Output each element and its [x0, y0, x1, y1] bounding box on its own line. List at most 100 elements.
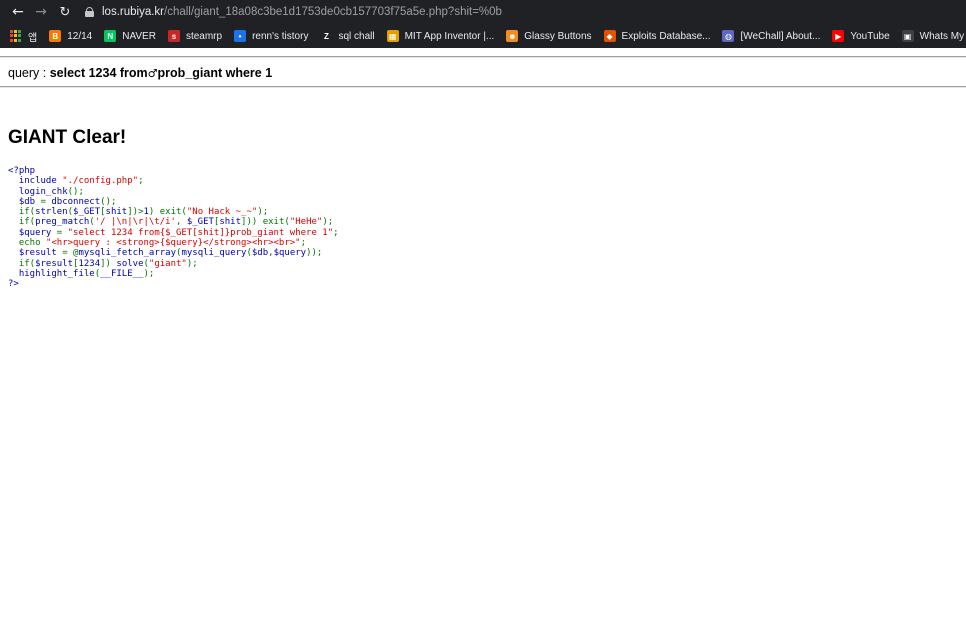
tistory-icon: • [234, 30, 247, 42]
code-token: ])) exit( [241, 217, 290, 228]
back-arrow-icon[interactable]: ← [7, 0, 29, 24]
code-token: __FILE__ [100, 268, 144, 279]
code-line: $result = @mysqli_fetch_array(mysqli_que… [8, 248, 339, 258]
blogger-icon: B [49, 30, 62, 42]
code-token: $result [18, 248, 63, 259]
bookmark-item[interactable]: • renn's tistory [228, 24, 314, 48]
bookmark-label: [WeChall] About... [740, 30, 821, 42]
top-divider [0, 56, 966, 58]
bookmark-label: steamrp [185, 30, 223, 42]
bookmark-item[interactable]: ▶ YouTube [826, 24, 895, 48]
bookmark-item[interactable]: ☻ Glassy Buttons [500, 24, 597, 48]
code-token: , [175, 217, 187, 228]
bookmark-item[interactable]: ▣ Whats My IP A... [896, 24, 966, 48]
bookmark-item[interactable]: Zsql chall [314, 24, 380, 48]
reload-icon[interactable]: ↻ [54, 0, 76, 24]
bookmark-label: Exploits Database... [621, 30, 711, 42]
bottom-divider [0, 86, 966, 88]
code-token: $query [18, 227, 57, 238]
app-inventor-icon: ▦ [386, 30, 399, 42]
code-token: $result [35, 258, 74, 269]
code-token: strlen [35, 207, 68, 218]
source-code: <?php include "./config.php"; login_chk(… [8, 166, 339, 290]
code-token: ); [322, 217, 334, 228]
bookmark-label: Whats My IP A... [919, 30, 966, 42]
code-token: solve [116, 258, 144, 269]
bookmark-item[interactable]: ◆ Exploits Database... [598, 24, 717, 48]
code-token: = [56, 227, 68, 238]
browser-toolbar: ← → ↻ los.rubiya.kr/chall/giant_18a08c3b… [0, 0, 966, 24]
code-token: $db [251, 248, 269, 259]
code-token: shit [219, 217, 242, 228]
steam-icon: s [167, 30, 180, 42]
code-token: "giant" [148, 258, 187, 269]
forward-arrow-icon[interactable]: → [30, 0, 52, 24]
code-line: login_chk(); [8, 187, 339, 197]
code-token: "HeHe" [289, 217, 323, 228]
code-token: ])> [127, 207, 144, 218]
code-token: ; [138, 176, 144, 187]
code-token: include [18, 176, 63, 187]
page-content: query : select 1234 from♂prob_giant wher… [0, 48, 966, 635]
code-token: ); [257, 207, 269, 218]
bookmark-item[interactable]: B 12/14 [43, 24, 98, 48]
lock-icon[interactable] [85, 7, 94, 17]
code-line: highlight_file(__FILE__); [8, 269, 339, 279]
code-token: $_GET [186, 217, 214, 228]
query-line: query : select 1234 from♂prob_giant wher… [8, 66, 272, 80]
clear-heading: GIANT Clear! [8, 127, 127, 148]
code-token: ); [186, 258, 198, 269]
code-token: (); [67, 186, 84, 197]
bookmark-item[interactable]: ▦ MIT App Inventor |... [381, 24, 501, 48]
bookmark-item[interactable]: ◍ [WeChall] About... [716, 24, 826, 48]
code-line: $query = "select 1234 from{$_GET[shit]}p… [8, 228, 339, 238]
code-token: '/ |\n|\r|\t/i' [94, 217, 176, 228]
code-line: if($result[1234]) solve("giant"); [8, 259, 339, 269]
code-token: )); [306, 248, 323, 259]
code-line: $db = dbconnect(); [8, 197, 339, 207]
code-line: if(strlen($_GET[shit])>1) exit("No Hack … [8, 207, 339, 217]
code-token: "select 1234 from{$_GET[shit]}prob_giant… [67, 227, 334, 238]
code-token: mysqli_fetch_array [78, 248, 177, 259]
code-token: login_chk [18, 186, 68, 197]
code-token: ]) [100, 258, 117, 269]
code-line: ?> [8, 279, 339, 289]
whatsmyip-icon: ▣ [901, 30, 914, 42]
wechall-icon: ◍ [722, 30, 735, 42]
code-token: = [40, 196, 52, 207]
query-label: query : [8, 66, 50, 80]
code-token: "No Hack ~_~" [186, 207, 258, 218]
code-token: highlight_file [18, 268, 95, 279]
youtube-icon: ▶ [832, 30, 845, 42]
code-token: echo [8, 238, 46, 249]
bookmark-item[interactable]: N NAVER [98, 24, 162, 48]
code-token: ?> [8, 279, 19, 290]
control-char-glyph: ♂ [147, 67, 158, 80]
bookmark-label: renn's tistory [252, 30, 309, 42]
code-line: if(preg_match('/ |\n|\r|\t/i', $_GET[shi… [8, 217, 339, 227]
bookmark-label: sql chall [338, 30, 375, 42]
code-token: "<hr>query : <strong>{$query}</strong><h… [45, 238, 301, 249]
bookmark-label: Glassy Buttons [524, 30, 592, 42]
bookmark-label: 앱 [28, 32, 38, 44]
code-token: if( [8, 217, 36, 228]
code-token: mysqli_query [181, 248, 247, 259]
url-path: /chall/giant_18a08c3be1d1753de0cb157703f… [164, 6, 502, 18]
bookmark-label: NAVER [122, 30, 156, 42]
url-host: los.rubiya.kr [102, 6, 164, 18]
code-token: (); [100, 196, 117, 207]
address-bar[interactable]: los.rubiya.kr/chall/giant_18a08c3be1d175… [102, 6, 502, 18]
code-token: ) exit( [148, 207, 187, 218]
bookmark-item[interactable]: 앱 [0, 24, 43, 48]
code-line: <?php [8, 166, 339, 176]
code-token: $query [273, 248, 307, 259]
naver-icon: N [104, 30, 117, 42]
code-token: 1234 [78, 258, 101, 269]
code-token: ; [333, 227, 339, 238]
bookmark-item[interactable]: s steamrp [162, 24, 228, 48]
code-token: if( [8, 207, 36, 218]
code-line: include "./config.php"; [8, 176, 339, 186]
